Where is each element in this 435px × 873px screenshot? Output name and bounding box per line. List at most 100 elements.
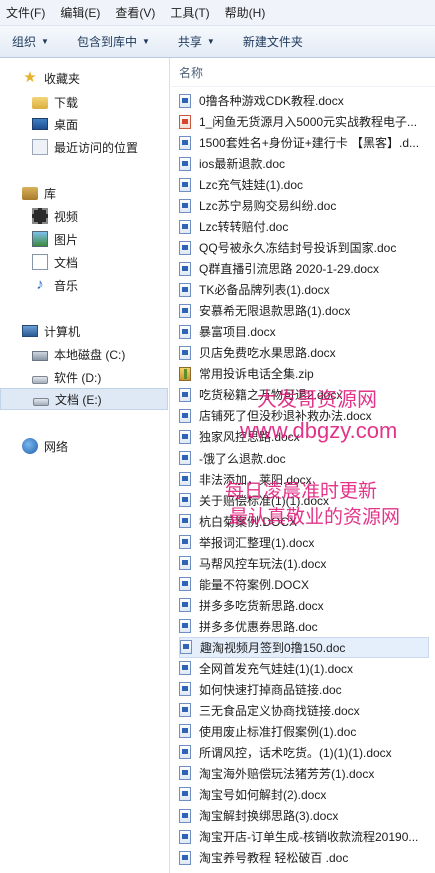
chevron-down-icon: ▼ [141,37,150,46]
file-name: 1500套姓名+身份证+建行卡 【黑客】.d... [199,136,420,151]
nav-label: 本地磁盘 (C:) [54,347,126,362]
file-row[interactable]: 所谓风控，话术吃货。(1)(1)(1).docx [179,742,429,763]
network-icon [22,438,38,454]
file-row[interactable]: 拼多多优惠券思路.doc [179,616,429,637]
nav-label: 收藏夹 [44,71,81,86]
file-name: 吃货秘籍之万物可退2.docx [199,388,343,403]
file-row[interactable]: 淘宝养号教程 轻松破百 .doc [179,847,429,868]
file-row[interactable]: Lzc充气娃娃(1).doc [179,174,429,195]
file-row[interactable]: 三无食品定义协商找链接.docx [179,700,429,721]
file-row[interactable]: 如何快速打掉商品链接.doc [179,679,429,700]
nav-videos[interactable]: 视频 [0,205,168,227]
file-name: 暴富项目.docx [199,325,276,340]
share-button[interactable]: 共享 ▼ [178,33,215,50]
file-row[interactable]: TK必备品牌列表(1).docx [179,279,429,300]
share-label: 共享 [177,35,202,49]
nav-desktop[interactable]: 桌面 [0,113,168,135]
menu-edit[interactable]: 编辑(E) [60,4,100,21]
word-document-icon [179,493,191,508]
word-document-icon [179,156,191,171]
file-row[interactable]: 关于赔偿标准(1)(1).docx [179,490,429,511]
file-row[interactable]: Q群直播引流思路 2020-1-29.docx [179,258,429,279]
file-row[interactable]: Lzc苏宁易购交易纠纷.doc [179,195,429,216]
file-row[interactable]: -饿了么退款.doc [179,448,429,469]
file-row[interactable]: 能量不符案例.DOCX [179,574,429,595]
file-row[interactable]: 贝店免费吃水果思路.docx [179,342,429,363]
nav-music[interactable]: ♪ 音乐 [0,274,168,296]
document-icon [32,254,48,270]
nav-favorites[interactable]: ★ 收藏夹 [0,67,168,89]
word-document-icon [179,514,191,529]
word-document-icon [179,703,191,718]
file-row[interactable]: 1_闲鱼无货源月入5000元实战教程电子... [179,111,429,132]
menu-view[interactable]: 查看(V) [115,4,155,21]
nav-software-d[interactable]: 软件 (D:) [0,366,168,388]
nav-libraries[interactable]: 库 [0,182,168,204]
nav-network[interactable]: 网络 [0,435,168,457]
file-name: 全网首发充气娃娃(1)(1).docx [199,661,354,676]
new-folder-button[interactable]: 新建文件夹 [243,33,303,50]
word-document-icon [179,598,191,613]
menu-help[interactable]: 帮助(H) [225,4,266,21]
command-bar: 组织 ▼ 包含到库中 ▼ 共享 ▼ 新建文件夹 [0,26,435,58]
nav-documents[interactable]: 文档 [0,251,168,273]
file-row[interactable]: 全网首发充气娃娃(1)(1).docx [179,658,429,679]
file-row[interactable]: 店铺死了但没秒退补救办法.docx [179,405,429,426]
file-row[interactable]: 吃货秘籍之万物可退2.docx [179,384,429,405]
nav-downloads[interactable]: 下载 [0,91,168,113]
file-row[interactable]: ios最新退款.doc [179,153,429,174]
file-row[interactable]: 趣淘视频月签到0撸150.doc [179,636,429,658]
file-row[interactable]: Lzc转转赔付.doc [179,216,429,237]
file-row[interactable]: 1500套姓名+身份证+建行卡 【黑客】.d... [179,132,429,153]
file-name: 贝店免费吃水果思路.docx [199,346,336,361]
file-name: 非法添加，莱阳.docx [199,472,312,487]
file-name: 拼多多吃货新思路.docx [199,598,324,613]
column-header-name[interactable]: 名称 [179,64,203,81]
menu-file[interactable]: 文件(F) [6,4,45,21]
word-document-icon [180,640,192,655]
file-name: 1_闲鱼无货源月入5000元实战教程电子... [199,115,418,130]
file-name: QQ号被永久冻结封号投诉到国家.doc [199,241,397,256]
nav-documents-e[interactable]: 文档 (E:) [0,388,168,410]
file-name: 关于赔偿标准(1)(1).docx [199,493,330,508]
nav-label: 下载 [54,95,79,110]
drive-icon [32,375,48,384]
file-row[interactable]: 淘宝海外赔偿玩法猪芳芳(1).docx [179,763,429,784]
file-row[interactable]: 非法添加，莱阳.docx [179,469,429,490]
word-document-icon [179,198,191,213]
file-row[interactable]: 淘宝号如何解封(2).docx [179,784,429,805]
word-document-icon [179,787,191,802]
file-row[interactable]: 举报词汇整理(1).docx [179,532,429,553]
nav-pictures[interactable]: 图片 [0,228,168,250]
word-document-icon [179,724,191,739]
file-row[interactable]: 常用投诉电话全集.zip [179,363,429,384]
music-note-icon: ♪ [36,276,44,293]
file-row[interactable]: 杭白菊案例.DOCX [179,511,429,532]
include-in-library-button[interactable]: 包含到库中 ▼ [77,33,150,50]
word-document-icon [179,240,191,255]
file-row[interactable]: 安慕希无限退款思路(1).docx [179,300,429,321]
file-row[interactable]: QQ号被永久冻结封号投诉到国家.doc [179,237,429,258]
new-folder-label: 新建文件夹 [242,35,303,49]
nav-computer[interactable]: 计算机 [0,320,168,342]
nav-label: 桌面 [54,117,79,132]
menu-tools[interactable]: 工具(T) [170,4,209,21]
star-icon: ★ [23,69,37,86]
nav-recent-places[interactable]: 最近访问的位置 [0,136,168,158]
nav-label: 文档 [54,255,79,270]
file-row[interactable]: 暴富项目.docx [179,321,429,342]
file-row[interactable]: 独家风控思路.docx [179,426,429,447]
file-row[interactable]: 拼多多吃货新思路.docx [179,595,429,616]
file-row[interactable]: 淘宝开店-订单生成-核销收款流程20190... [179,826,429,847]
file-row[interactable]: 马帮风控车玩法(1).docx [179,553,429,574]
organize-button[interactable]: 组织 ▼ [12,33,49,50]
file-row[interactable]: 0撸各种游戏CDK教程.docx [179,90,429,111]
file-name: 常用投诉电话全集.zip [199,367,314,382]
video-icon [32,208,48,224]
nav-label: 音乐 [54,278,79,293]
nav-local-disk-c[interactable]: 本地磁盘 (C:) [0,343,168,365]
file-row[interactable]: 淘宝解封换绑思路(3).docx [179,805,429,826]
word-document-icon [179,408,191,423]
word-document-icon [179,282,191,297]
file-row[interactable]: 使用废止标准打假案例(1).doc [179,721,429,742]
